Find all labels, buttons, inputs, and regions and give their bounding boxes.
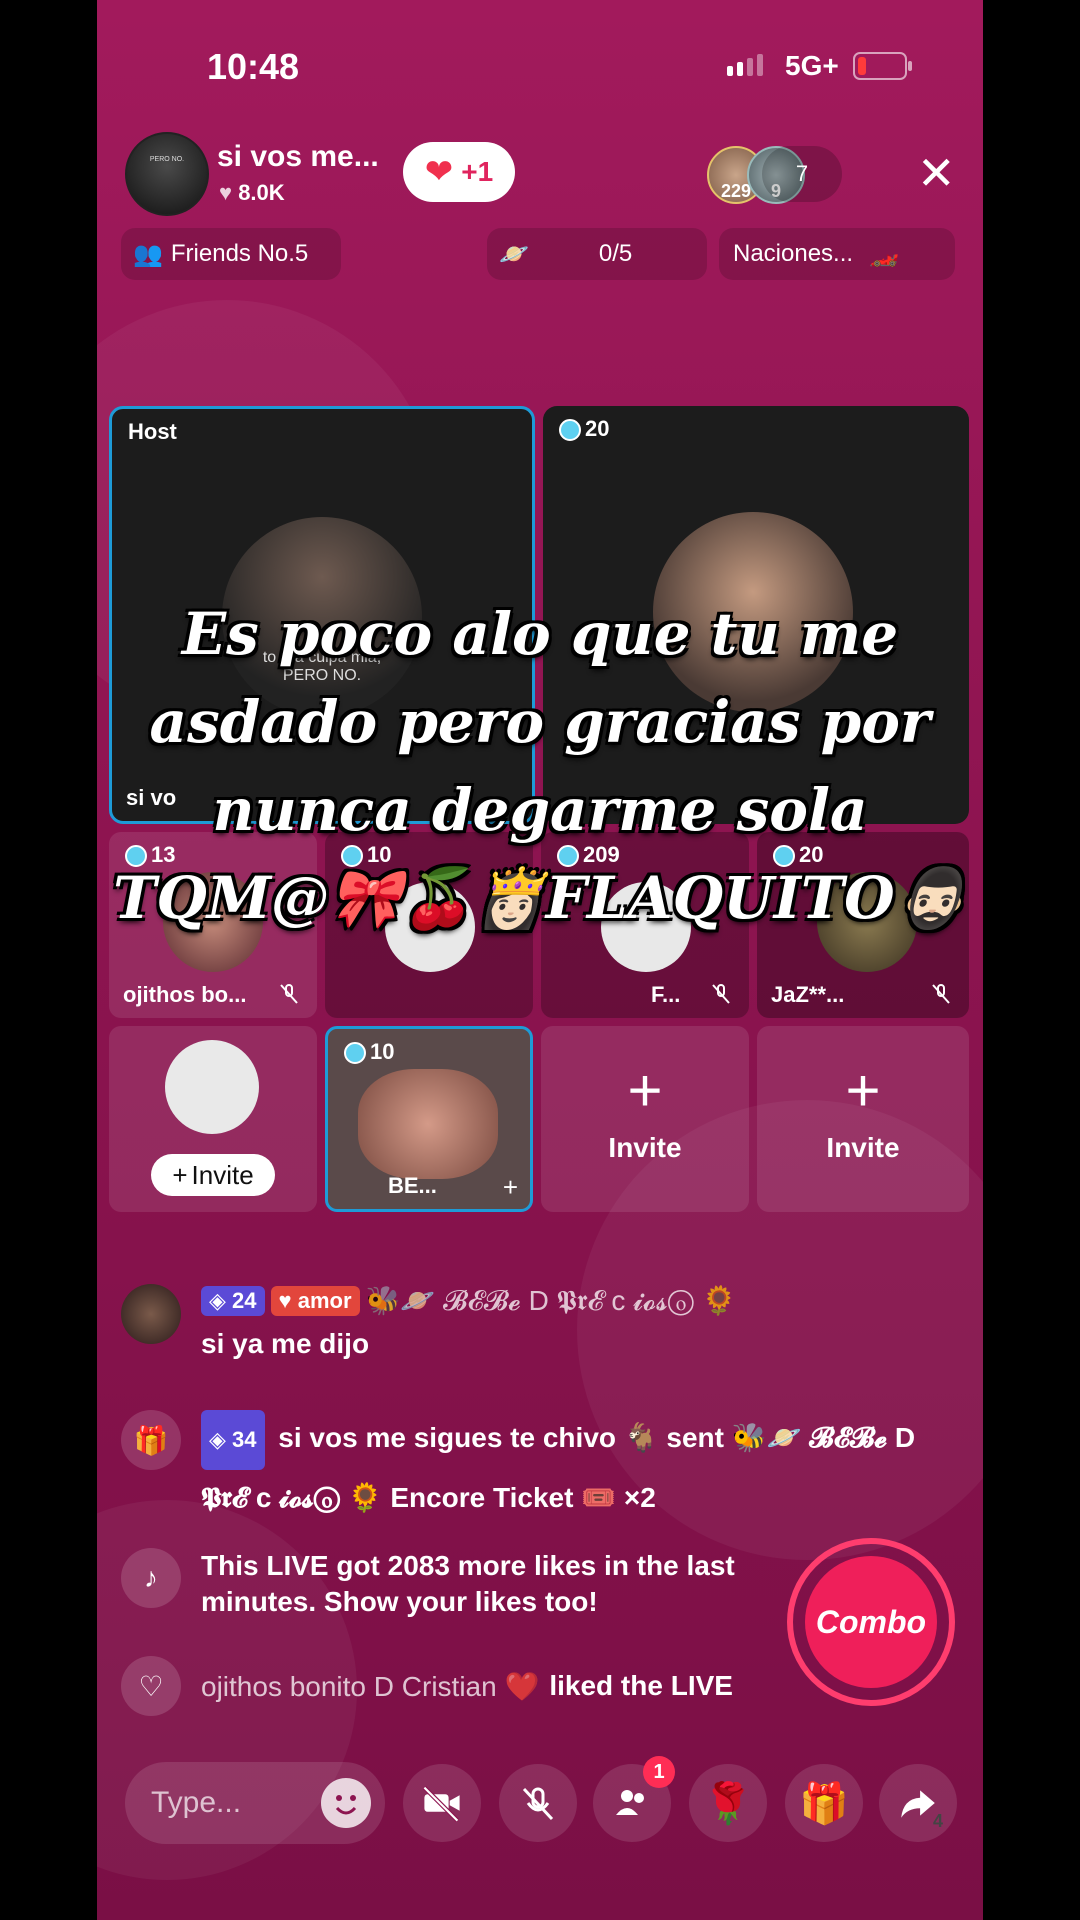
invite-button[interactable]: + Invite bbox=[151, 1154, 275, 1196]
gift-icon: 🎁 bbox=[121, 1410, 181, 1470]
host-likes: ♥ 8.0K bbox=[219, 180, 285, 206]
plus-icon: + bbox=[172, 1159, 188, 1190]
overlay-line: asdado pero gracias por bbox=[149, 688, 931, 756]
naciones-label: Naciones... bbox=[733, 240, 854, 267]
users-icon[interactable]: 1 bbox=[593, 1756, 675, 1842]
gift-message[interactable]: 🎁 ◈ 34 si vos me sigues te chivo 🐐 sent … bbox=[121, 1410, 941, 1526]
guest-score: 20 bbox=[559, 416, 609, 442]
group-icon: 👥 bbox=[133, 240, 163, 268]
planet-icon: 🪐 bbox=[499, 240, 529, 268]
overlay-line: TQM@🎀🍒👸🏻FLAQUITO🧔🏻‍♂️ bbox=[113, 864, 967, 932]
share-count: 4 bbox=[932, 1811, 943, 1831]
live-screen: 10:48 5G+ PERO NO. si vos me... ♥ 8.0K ❤… bbox=[97, 0, 983, 1920]
emoji-icon[interactable] bbox=[321, 1778, 371, 1828]
host-avatar-text: PERO NO. bbox=[149, 156, 185, 163]
mute-icon bbox=[932, 984, 950, 1004]
invite-seat[interactable]: + Invite bbox=[541, 1026, 749, 1212]
heart-icon: ❤ bbox=[424, 153, 454, 191]
friends-label: Friends No.5 bbox=[170, 240, 309, 267]
chat-username[interactable]: 🐝🪐 𝓑𝓔𝓑𝓮 D 𝕻𝖗𝓔 c 𝓲𝓸𝓼ⓞ 🌻 bbox=[366, 1284, 737, 1318]
host-avatar[interactable]: PERO NO. bbox=[125, 132, 209, 216]
invite-label: Invite bbox=[826, 1132, 900, 1163]
guest-name: F... bbox=[651, 982, 681, 1007]
chat-message[interactable]: ◈ 24 ♥ amor 🐝🪐 𝓑𝓔𝓑𝓮 D 𝕻𝖗𝓔 c 𝓲𝓸𝓼ⓞ 🌻 si ya… bbox=[121, 1284, 941, 1360]
gem-badge: ◈ 34 bbox=[201, 1410, 265, 1470]
heart-icon: ♥ bbox=[219, 180, 233, 205]
gem-badge: ◈ 24 bbox=[201, 1286, 265, 1316]
comment-input[interactable]: Type... bbox=[125, 1762, 385, 1844]
goal-chip[interactable]: 🪐 0/5 bbox=[487, 228, 707, 280]
share-icon[interactable]: 4 bbox=[879, 1764, 957, 1842]
plus-icon: + bbox=[845, 1057, 881, 1124]
heart-icon: ♡ bbox=[121, 1656, 181, 1716]
host-profile[interactable]: PERO NO. si vos me... ♥ 8.0K bbox=[125, 132, 425, 216]
host-likes-value: 8.0K bbox=[238, 180, 285, 205]
overlay-message: Es poco alo que tu me asdado pero gracia… bbox=[97, 590, 983, 942]
viewer-count[interactable]: 7 bbox=[762, 146, 842, 202]
gem-icon bbox=[344, 1042, 366, 1065]
overlay-line: Es poco alo que tu me bbox=[181, 600, 899, 668]
tiktok-icon: ♪ bbox=[121, 1548, 181, 1608]
plus-icon: + bbox=[627, 1057, 663, 1124]
mic-off-icon[interactable] bbox=[499, 1764, 577, 1842]
follow-label: +1 bbox=[461, 156, 494, 187]
network-type: 5G+ bbox=[785, 50, 839, 81]
chat-text: si ya me dijo bbox=[201, 1328, 370, 1359]
combo-label: Combo bbox=[805, 1556, 937, 1688]
system-message: ♪ This LIVE got 2083 more likes in the l… bbox=[121, 1548, 761, 1620]
comment-placeholder: Type... bbox=[151, 1786, 242, 1819]
overlay-line: nunca degarme sola bbox=[212, 776, 868, 844]
bottom-bar: Type... 1 🌹 🎁 4 bbox=[97, 1756, 983, 1844]
car-icon: 🏎️ bbox=[869, 240, 899, 268]
gift-icon[interactable]: 🎁 bbox=[785, 1764, 863, 1842]
mute-icon bbox=[712, 984, 730, 1004]
plus-icon[interactable]: + bbox=[503, 1172, 518, 1203]
status-bar: 10:48 5G+ bbox=[97, 40, 983, 90]
fan-badge: ♥ amor bbox=[270, 1286, 360, 1316]
close-icon[interactable]: ✕ bbox=[917, 150, 956, 196]
guest-video bbox=[358, 1069, 498, 1179]
battery-icon bbox=[853, 52, 912, 80]
naciones-chip[interactable]: Naciones... 🏎️ bbox=[719, 228, 955, 280]
camera-off-icon[interactable] bbox=[403, 1764, 481, 1842]
empty-seat[interactable]: + Invite bbox=[109, 1026, 317, 1212]
host-label: Host bbox=[128, 419, 177, 444]
chat-avatar[interactable] bbox=[121, 1284, 181, 1344]
gift-text: si vos me sigues te chivo 🐐 sent 🐝🪐 𝓑𝓔𝓑𝓮… bbox=[201, 1422, 916, 1513]
chat-text: liked the LIVE bbox=[549, 1670, 733, 1701]
system-text: This LIVE got 2083 more likes in the las… bbox=[201, 1550, 735, 1617]
guest-score: 10 bbox=[344, 1039, 394, 1065]
user-icon bbox=[165, 1040, 259, 1134]
mute-icon bbox=[280, 984, 298, 1004]
notification-badge: 1 bbox=[643, 1756, 675, 1788]
combo-button[interactable]: Combo bbox=[787, 1538, 955, 1706]
guest-tile[interactable]: 10 BE... + bbox=[325, 1026, 533, 1212]
status-time: 10:48 bbox=[207, 46, 300, 87]
invite-label: Invite bbox=[608, 1132, 682, 1163]
rose-icon[interactable]: 🌹 bbox=[689, 1764, 767, 1842]
guest-name: BE... bbox=[388, 1173, 437, 1198]
goal-progress: 0/5 bbox=[598, 240, 633, 267]
gem-icon bbox=[559, 419, 581, 442]
invite-seat[interactable]: + Invite bbox=[757, 1026, 969, 1212]
guest-name: ojithos bo... bbox=[123, 982, 247, 1007]
guest-name: JaZ**... bbox=[771, 982, 845, 1007]
chat-username[interactable]: ojithos bonito D Cristian ❤️ bbox=[201, 1670, 539, 1703]
friends-chip[interactable]: 👥 Friends No.5 bbox=[121, 228, 341, 280]
viewer-badge: 229 bbox=[720, 181, 752, 201]
follow-button[interactable]: ❤ +1 bbox=[403, 142, 515, 202]
host-name: si vos me... bbox=[217, 140, 379, 173]
signal-icon bbox=[727, 54, 763, 76]
